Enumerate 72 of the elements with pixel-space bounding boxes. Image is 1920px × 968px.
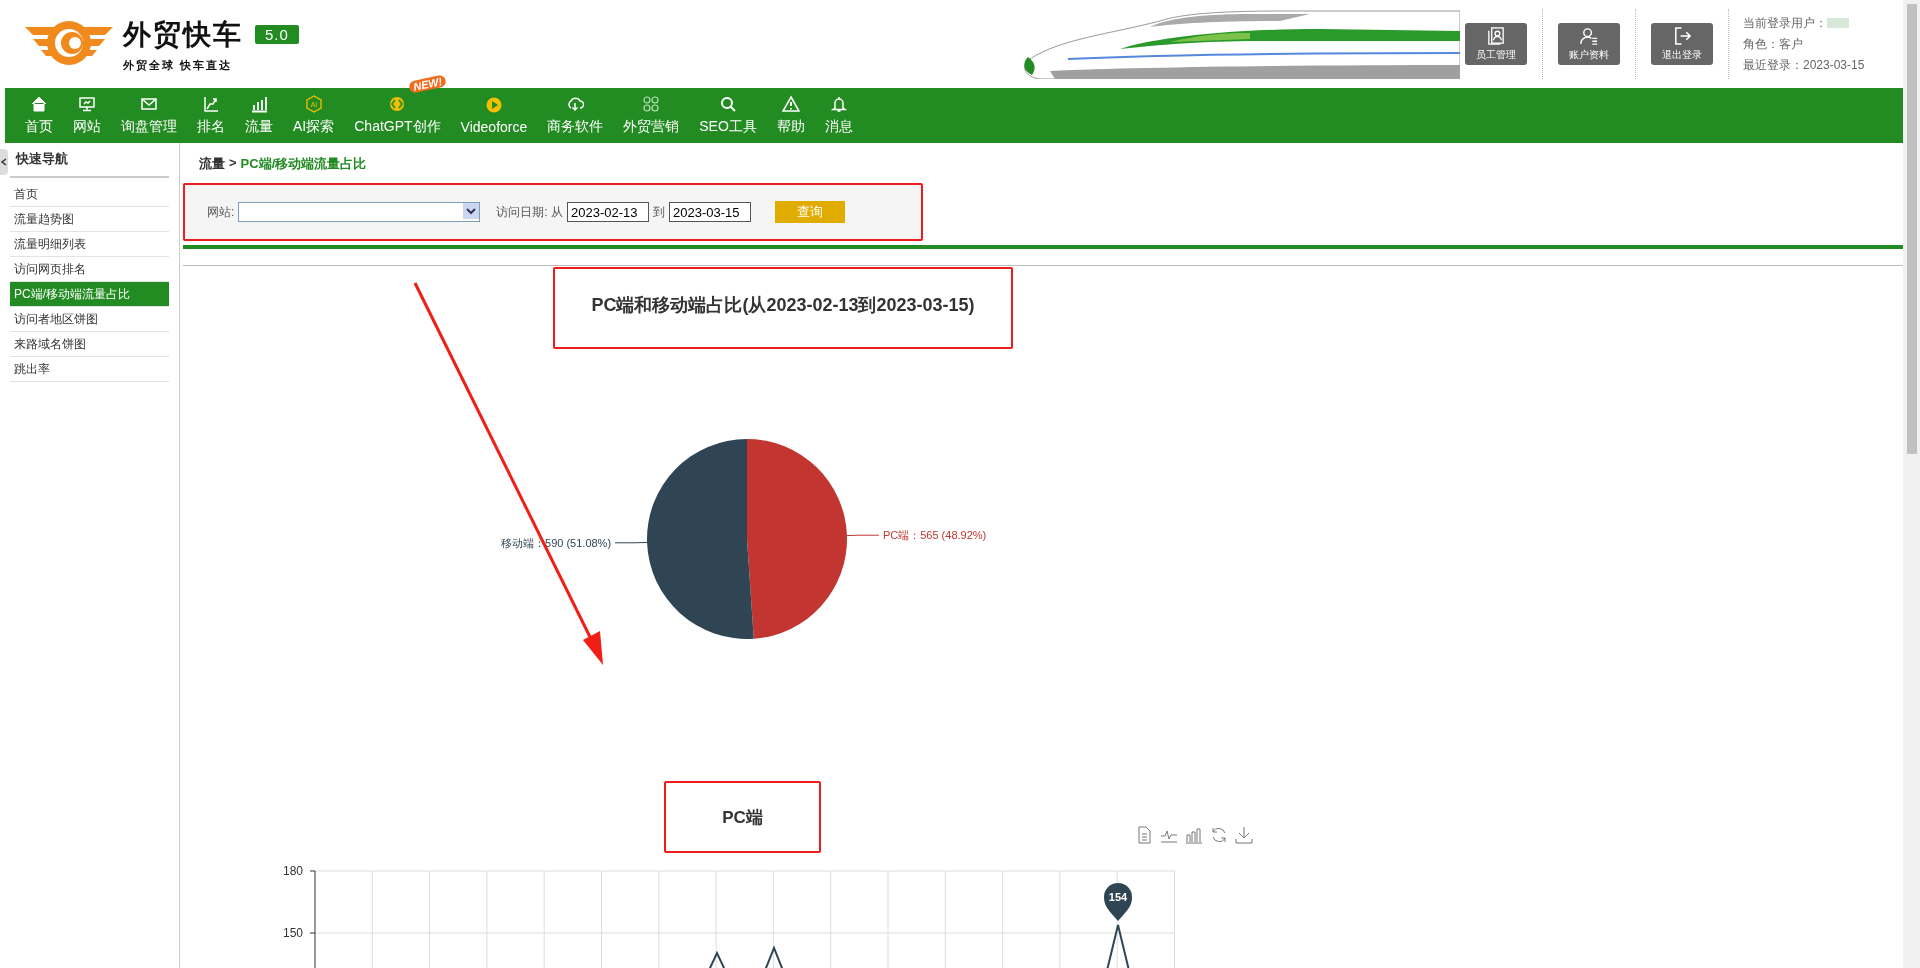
logout-icon: [1672, 26, 1692, 46]
dropdown-caret-icon: [466, 207, 477, 215]
role-text: 角色：客户: [1743, 35, 1804, 53]
nav-item[interactable]: 帮助: [766, 88, 815, 143]
breadcrumb-separator: >: [229, 155, 237, 171]
nav-item[interactable]: 流量: [235, 88, 283, 143]
chevron-left-icon: [0, 158, 8, 166]
document-icon[interactable]: [1135, 826, 1153, 844]
blurred-username: [1827, 18, 1849, 28]
start-date-field[interactable]: 2023-02-13: [567, 202, 649, 222]
header-button[interactable]: 员工管理: [1465, 23, 1527, 65]
nav-item[interactable]: 网站: [63, 88, 111, 143]
sidebar-item[interactable]: 流量明细列表: [10, 232, 169, 257]
end-date-field[interactable]: 2023-03-15: [669, 202, 751, 222]
bar-chart-icon: [250, 95, 268, 113]
circles-icon: [642, 95, 661, 113]
axis-label: 180: [282, 864, 303, 878]
sidebar-item[interactable]: PC端/移动端流量占比: [10, 282, 169, 307]
slogan: 外贸全球 快车直达: [123, 57, 234, 73]
header-button[interactable]: 退出登录: [1651, 23, 1713, 65]
sidebar-item[interactable]: 跳出率: [10, 357, 169, 382]
slice-label: PC端：565 (48.92%): [882, 529, 987, 542]
user-label: 当前登录用户：: [1743, 14, 1827, 32]
warning-icon: [781, 95, 800, 113]
refresh-icon[interactable]: [1210, 826, 1228, 844]
header-button[interactable]: 账户资料: [1558, 23, 1620, 65]
axis-label: 150: [282, 926, 303, 940]
sidebar-title: 快速导航: [10, 143, 169, 178]
new-badge: NEW!: [408, 74, 448, 94]
brand-name: 外贸快车: [123, 17, 243, 52]
chart-up-icon: [202, 95, 220, 113]
peak-value: 154: [1108, 891, 1128, 903]
leader-line: [846, 534, 880, 537]
scrollbar[interactable]: [1903, 0, 1920, 968]
breadcrumb-parent[interactable]: 流量: [199, 155, 225, 171]
bell-icon: [829, 95, 848, 113]
last-login-text: 最近登录：2023-03-15: [1743, 56, 1866, 74]
sidebar-item[interactable]: 流量趋势图: [10, 207, 169, 232]
site-label: 网站:: [207, 203, 235, 221]
to-label: 到: [653, 203, 665, 221]
date-label: 访问日期: 从: [496, 203, 563, 221]
chart-title: PC端: [722, 806, 763, 829]
mail-icon: [140, 95, 158, 113]
collapse-handle[interactable]: [0, 149, 8, 175]
play-icon: [484, 96, 503, 114]
max-marker: [1104, 883, 1132, 921]
code-icon: [388, 95, 407, 113]
site-select[interactable]: [238, 202, 481, 222]
contact-book-icon: [1486, 26, 1506, 46]
bar-chart-icon[interactable]: [1185, 826, 1203, 844]
leader-line: [614, 541, 648, 544]
breadcrumb-current: PC端/移动端流量占比: [240, 155, 367, 171]
home-icon: [30, 95, 48, 113]
nav-item[interactable]: 排名: [187, 88, 235, 143]
nav-item[interactable]: Videoforce: [450, 88, 538, 143]
scrollbar-thumb[interactable]: [1906, 4, 1917, 454]
nav-item[interactable]: 首页: [15, 88, 63, 143]
version-badge: 5.0: [255, 25, 299, 44]
nav-item[interactable]: 消息: [814, 88, 863, 143]
cloud-download-icon: [566, 95, 585, 113]
user-icon: [1579, 26, 1599, 46]
chart-title: PC端和移动端占比(从2023-02-13到2023-03-15): [591, 294, 975, 317]
sidebar-item[interactable]: 访问者地区饼图: [10, 307, 169, 332]
monitor-icon: [78, 95, 96, 113]
nav-item[interactable]: 询盘管理: [111, 88, 187, 143]
search-icon: [719, 95, 738, 113]
nav-item[interactable]: 商务软件: [537, 88, 614, 143]
sidebar-item[interactable]: 首页: [10, 182, 169, 207]
sidebar-item[interactable]: 来路域名饼图: [10, 332, 169, 357]
nav-item[interactable]: SEO工具: [689, 88, 767, 143]
nav-item[interactable]: 外贸营销: [613, 88, 690, 143]
download-icon[interactable]: [1235, 826, 1253, 844]
